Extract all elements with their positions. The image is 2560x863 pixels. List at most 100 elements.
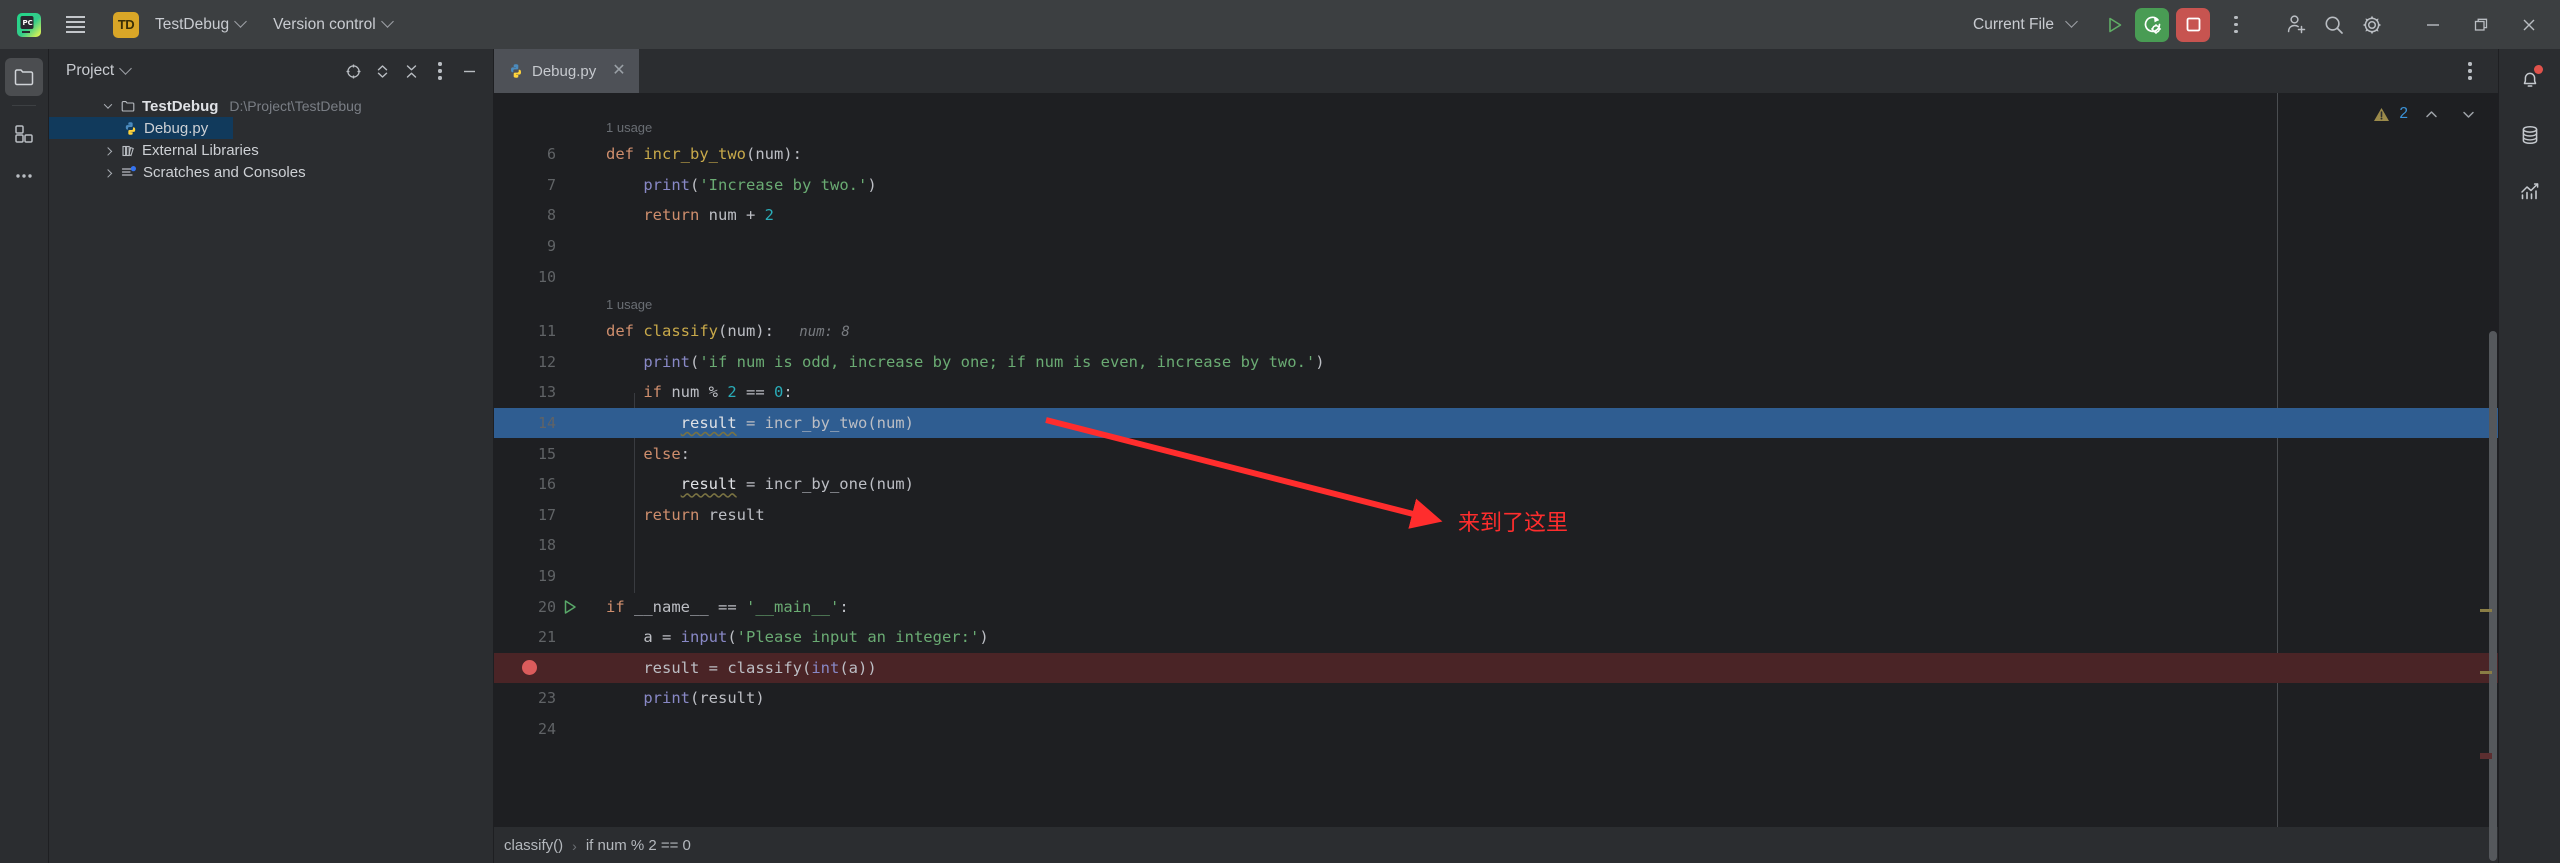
code-line[interactable]: 14 result = incr_by_two(num) [494,407,2498,439]
plots-chart-icon[interactable] [2510,171,2550,211]
code-line[interactable]: 7 print('Increase by two.') [494,170,2498,201]
database-icon[interactable] [2510,115,2550,155]
sidebar-item-project[interactable] [5,58,43,96]
warning-count: 2 [2399,105,2408,122]
close-tab-icon[interactable]: ✕ [612,63,625,79]
editor-tab-bar: Debug.py ✕ [494,49,2498,93]
chevron-down-icon[interactable] [101,99,115,113]
tree-node-label: Debug.py [144,119,209,137]
hide-panel-icon[interactable] [455,57,483,85]
expand-collapse-icon[interactable] [368,57,396,85]
chevron-up-icon[interactable] [2417,102,2445,126]
code-text: def classify(num): num: 8 [606,322,850,341]
code-text: a = input('Please input an integer:') [643,628,989,647]
tree-node-scratches-and-consoles[interactable]: Scratches and Consoles [49,161,493,183]
run-gutter-icon[interactable] [562,599,578,615]
inlay-hint: num: 8 [773,324,850,341]
project-tool-window: Project TestDebug D:\Project\TestDebug D… [49,49,494,863]
code-line[interactable]: 9 [494,231,2498,262]
run-button[interactable] [2097,7,2133,43]
options-menu-icon[interactable] [426,57,454,85]
project-name-label: TestDebug [155,15,230,33]
editor-column: Debug.py ✕ 2 1 usage 6 def incr_by_two(n… [494,49,2498,863]
sidebar-item-structure[interactable] [5,115,43,153]
version-control-menu[interactable]: Version control [264,11,401,39]
code-text: print(result) [643,689,765,708]
code-line[interactable]: 23 print(result) [494,683,2498,714]
code-line[interactable]: result = classify(int(a)) [494,652,2498,684]
library-icon [121,143,136,158]
tree-node-external-libraries[interactable]: External Libraries [49,139,493,161]
inspection-widget: 2 [2373,102,2482,126]
project-panel-title[interactable]: Project [66,61,133,80]
code-text: def incr_by_two(num): [606,145,802,164]
code-text: if __name__ == '__main__': [606,597,849,616]
code-line[interactable]: 19 [494,561,2498,592]
chevron-right-icon[interactable] [101,143,115,157]
hamburger-menu-icon[interactable] [58,8,92,42]
breakpoint-icon[interactable] [522,660,537,676]
tree-node-label: Scratches and Consoles [143,163,306,181]
editor-options-icon[interactable] [2456,57,2484,85]
usage-label[interactable]: 1 usage [606,120,652,135]
sidebar-item-more-tool-windows[interactable] [5,157,43,195]
restore-window-button[interactable] [2458,6,2504,44]
scratches-icon [121,165,137,180]
code-editor[interactable]: 2 1 usage 6 def incr_by_two(num): 7 print('… [494,93,2498,861]
code-line[interactable]: 16 result = incr_by_one(num) [494,469,2498,500]
code-line[interactable]: 11 def classify(num): num: 8 [494,316,2498,347]
code-line[interactable]: 10 [494,261,2498,292]
tab-label: Debug.py [532,62,597,80]
usage-label[interactable]: 1 usage [606,297,652,312]
line-number: 21 [537,628,556,647]
code-line[interactable]: 6 def incr_by_two(num): [494,139,2498,170]
code-line[interactable]: 20 if __name__ == '__main__': [494,591,2498,622]
tab-debug-py[interactable]: Debug.py ✕ [494,49,639,93]
code-text: result = classify(int(a)) [643,658,877,677]
notifications-bell-icon[interactable] [2510,59,2550,99]
select-opened-file-icon[interactable] [339,57,367,85]
tree-node-testdebug[interactable]: TestDebug D:\Project\TestDebug [49,95,493,117]
breadcrumb-item-condition[interactable]: if num % 2 == 0 [586,837,691,854]
stop-button[interactable] [2176,7,2210,42]
minimize-button[interactable] [2410,6,2456,44]
line-number: 17 [537,505,556,524]
collapse-all-icon[interactable] [397,57,425,85]
code-line[interactable]: 17 return result [494,500,2498,531]
code-line[interactable]: 8 return num + 2 [494,200,2498,231]
more-run-options-icon[interactable] [2218,7,2254,43]
line-number: 19 [537,567,556,586]
code-text: else: [643,444,690,463]
code-line[interactable]: 21 a = input('Please input an integer:') [494,622,2498,653]
debug-button[interactable] [2135,7,2169,42]
close-button[interactable] [2506,6,2552,44]
svg-text:PC: PC [23,19,33,27]
tree-node-label: External Libraries [142,141,259,159]
chevron-down-icon [119,61,133,75]
code-text: if num % 2 == 0: [643,383,793,402]
code-line[interactable]: 12 print('if num is odd, increase by one… [494,347,2498,378]
add-user-icon[interactable] [2278,7,2314,43]
code-line[interactable]: 15 else: [494,438,2498,469]
chevron-down-icon[interactable] [2454,102,2482,126]
breadcrumb-item-classify[interactable]: classify() [504,837,563,854]
pycharm-logo-icon: PC [14,10,44,40]
editor-scrollbar-thumb[interactable] [2489,331,2497,861]
line-number: 13 [537,383,556,402]
code-line[interactable]: 18 [494,530,2498,561]
code-line[interactable]: 24 [494,714,2498,745]
line-number: 18 [537,536,556,555]
gear-icon[interactable] [2354,7,2390,43]
python-file-icon [508,63,524,79]
run-configuration-selector[interactable]: Current File [1964,11,2085,39]
code-line[interactable]: 13 if num % 2 == 0: [494,377,2498,408]
chevron-right-icon[interactable] [101,165,115,179]
chevron-down-icon [380,15,394,28]
tree-node-debug-py[interactable]: Debug.py [49,117,233,139]
line-number: 12 [537,352,556,371]
project-selector[interactable]: TD TestDebug [104,7,254,43]
search-icon[interactable] [2316,7,2352,43]
code-lines-container[interactable]: 1 usage 6 def incr_by_two(num): 7 print('In… [494,93,2498,827]
warning-marker[interactable] [2480,609,2492,612]
warning-marker[interactable] [2480,671,2492,674]
